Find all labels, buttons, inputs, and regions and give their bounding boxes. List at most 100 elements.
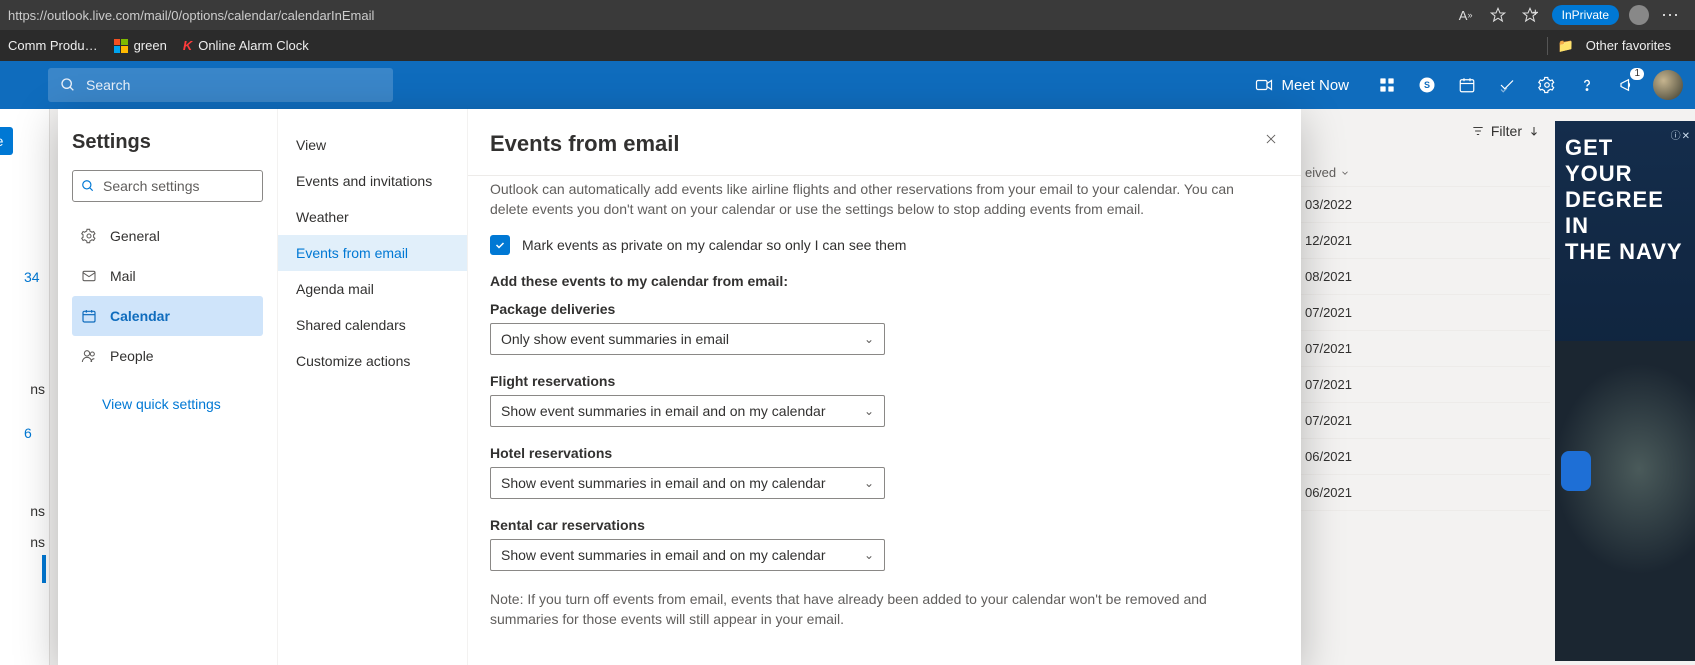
bookmark-label: green	[134, 38, 167, 53]
sort-arrow-icon	[1528, 125, 1540, 137]
view-quick-settings-link[interactable]: View quick settings	[72, 396, 263, 412]
skype-icon[interactable]: S	[1407, 65, 1447, 105]
field-label-flight: Flight reservations	[490, 373, 1265, 389]
inprivate-badge[interactable]: InPrivate	[1552, 5, 1619, 25]
chevron-down-icon: ⌄	[864, 476, 874, 490]
nav-label: Mail	[110, 268, 136, 284]
sub-view[interactable]: View	[278, 127, 467, 163]
calendar-icon[interactable]	[1447, 65, 1487, 105]
settings-search-placeholder: Search settings	[103, 178, 200, 194]
help-icon[interactable]	[1567, 65, 1607, 105]
browser-menu-icon[interactable]: ⋯	[1657, 1, 1685, 29]
mail-row[interactable]: 06/2021	[1295, 475, 1550, 511]
private-events-checkbox-row[interactable]: Mark events as private on my calendar so…	[490, 235, 1265, 255]
sub-agenda-mail[interactable]: Agenda mail	[278, 271, 467, 307]
settings-title: Settings	[72, 131, 263, 154]
new-message-frag[interactable]: age	[0, 127, 13, 155]
nav-general[interactable]: General	[72, 216, 263, 256]
mail-row[interactable]: 12/2021	[1295, 223, 1550, 259]
bookmark-divider	[1547, 37, 1548, 55]
received-column-header[interactable]: eived	[1295, 159, 1550, 187]
favorites-list-icon[interactable]	[1516, 1, 1544, 29]
panel-description: Outlook can automatically add events lik…	[490, 179, 1265, 219]
nav-calendar[interactable]: Calendar	[72, 296, 263, 336]
browser-profile-avatar[interactable]	[1629, 5, 1649, 25]
ad-line: DEGREE IN	[1565, 187, 1685, 239]
check-icon	[494, 239, 506, 251]
nav-label: Calendar	[110, 308, 170, 324]
nav-mail[interactable]: Mail	[72, 256, 263, 296]
panel-note: Note: If you turn off events from email,…	[490, 589, 1265, 629]
teams-icon[interactable]	[1367, 65, 1407, 105]
whats-new-icon[interactable]: 1	[1607, 65, 1647, 105]
nav-people[interactable]: People	[72, 336, 263, 376]
field-label-rental: Rental car reservations	[490, 517, 1265, 533]
bookmark-item[interactable]: green	[114, 38, 167, 53]
folder-frag: ns	[30, 534, 45, 550]
panel-heading: Events from email	[490, 131, 1279, 157]
sub-events-invitations[interactable]: Events and invitations	[278, 163, 467, 199]
package-deliveries-dropdown[interactable]: Only show event summaries in email ⌄	[490, 323, 885, 355]
bookmark-label: Online Alarm Clock	[198, 38, 309, 53]
mail-list-fragment: Filter eived 03/202212/202108/202107/202…	[1295, 109, 1695, 665]
search-icon	[60, 77, 76, 93]
checkbox-label: Mark events as private on my calendar so…	[522, 237, 906, 253]
settings-content-panel: Events from email Outlook can automatica…	[468, 109, 1301, 665]
gear-icon	[80, 228, 98, 244]
chevron-down-icon	[1340, 168, 1350, 178]
settings-gear-icon[interactable]	[1527, 65, 1567, 105]
add-events-heading: Add these events to my calendar from ema…	[490, 273, 1265, 289]
todo-icon[interactable]	[1487, 65, 1527, 105]
search-input[interactable]: Search	[48, 68, 393, 102]
chevron-down-icon: ⌄	[864, 332, 874, 346]
folder-icon: 📁	[1558, 38, 1574, 54]
microsoft-icon	[114, 39, 128, 53]
bookmarks-bar: Comm Produ… green K Online Alarm Clock 📁…	[0, 30, 1695, 61]
other-favorites[interactable]: 📁 Other favorites	[1558, 38, 1671, 54]
folder-count: 6	[24, 425, 32, 441]
hotel-reservations-dropdown[interactable]: Show event summaries in email and on my …	[490, 467, 885, 499]
flight-reservations-dropdown[interactable]: Show event summaries in email and on my …	[490, 395, 885, 427]
calendar-icon	[80, 308, 98, 324]
k-icon: K	[183, 38, 192, 53]
video-icon	[1255, 76, 1273, 94]
mail-row[interactable]: 07/2021	[1295, 367, 1550, 403]
nav-label: General	[110, 228, 160, 244]
mail-icon	[80, 268, 98, 284]
app-header: Search Meet Now S 1	[0, 61, 1695, 109]
mail-row[interactable]: 07/2021	[1295, 295, 1550, 331]
mail-row[interactable]: 06/2021	[1295, 439, 1550, 475]
folder-frag: ns	[30, 503, 45, 519]
bookmark-item[interactable]: K Online Alarm Clock	[183, 38, 309, 53]
meet-now-button[interactable]: Meet Now	[1245, 65, 1359, 105]
settings-search-input[interactable]: Search settings	[72, 170, 263, 202]
filter-button[interactable]: Filter	[1471, 123, 1540, 139]
divider	[468, 175, 1301, 176]
sub-events-from-email[interactable]: Events from email	[278, 235, 467, 271]
mail-row[interactable]: 03/2022	[1295, 187, 1550, 223]
bookmark-item[interactable]: Comm Produ…	[8, 38, 98, 53]
other-favorites-label: Other favorites	[1586, 38, 1671, 53]
close-button[interactable]	[1259, 127, 1283, 151]
sub-weather[interactable]: Weather	[278, 199, 467, 235]
browser-address-bar: https://outlook.live.com/mail/0/options/…	[0, 0, 1695, 30]
sub-customize-actions[interactable]: Customize actions	[278, 343, 467, 379]
folder-count: 34	[24, 269, 40, 285]
advertisement[interactable]: ⓘ✕ GET YOUR DEGREE IN THE NAVY	[1555, 121, 1695, 661]
field-label-hotel: Hotel reservations	[490, 445, 1265, 461]
user-avatar[interactable]	[1653, 70, 1683, 100]
ad-info-icon[interactable]: ⓘ✕	[1671, 124, 1691, 150]
mail-row[interactable]: 08/2021	[1295, 259, 1550, 295]
url-text[interactable]: https://outlook.live.com/mail/0/options/…	[8, 8, 374, 23]
checkbox-checked[interactable]	[490, 235, 510, 255]
favorite-star-icon[interactable]	[1484, 1, 1512, 29]
settings-scroll-area[interactable]: Outlook can automatically add events lik…	[490, 179, 1287, 665]
sub-shared-calendars[interactable]: Shared calendars	[278, 307, 467, 343]
mail-row[interactable]: 07/2021	[1295, 331, 1550, 367]
rental-car-dropdown[interactable]: Show event summaries in email and on my …	[490, 539, 885, 571]
mail-row[interactable]: 07/2021	[1295, 403, 1550, 439]
ad-line: THE NAVY	[1565, 239, 1685, 265]
nav-label: People	[110, 348, 154, 364]
chevron-down-icon: ⌄	[864, 404, 874, 418]
read-aloud-icon[interactable]: A»	[1452, 1, 1480, 29]
